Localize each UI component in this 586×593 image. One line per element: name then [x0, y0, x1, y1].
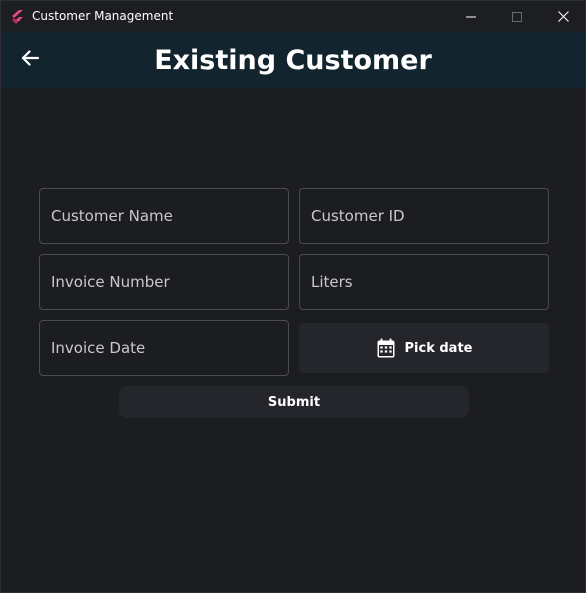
customer-id-field[interactable] [299, 188, 549, 244]
maximize-icon [512, 11, 522, 22]
invoice-date-input[interactable] [51, 321, 288, 375]
minimize-icon [466, 12, 476, 22]
page-title: Existing Customer [154, 45, 432, 76]
flutter-logo-icon [10, 9, 24, 24]
customer-name-field[interactable] [39, 188, 289, 244]
window-titlebar: Customer Management [1, 1, 585, 32]
liters-input[interactable] [311, 255, 548, 309]
app-bar: Existing Customer [1, 32, 585, 88]
calendar-icon [376, 338, 396, 358]
invoice-number-field[interactable] [39, 254, 289, 310]
window-title: Customer Management [32, 9, 174, 23]
minimize-button[interactable] [448, 1, 494, 32]
customer-name-input[interactable] [51, 189, 288, 243]
submit-button[interactable]: Submit [119, 386, 469, 418]
close-icon [557, 11, 569, 22]
invoice-date-field[interactable] [39, 320, 289, 376]
close-button[interactable] [540, 1, 586, 32]
customer-id-input[interactable] [311, 189, 548, 243]
pick-date-label: Pick date [404, 340, 473, 356]
pick-date-button[interactable]: Pick date [299, 323, 549, 373]
invoice-number-input[interactable] [51, 255, 288, 309]
maximize-button[interactable] [494, 1, 540, 32]
liters-field[interactable] [299, 254, 549, 310]
app-window: Customer Management Existing Customer Cu… [0, 0, 586, 593]
submit-label: Submit [267, 394, 321, 410]
